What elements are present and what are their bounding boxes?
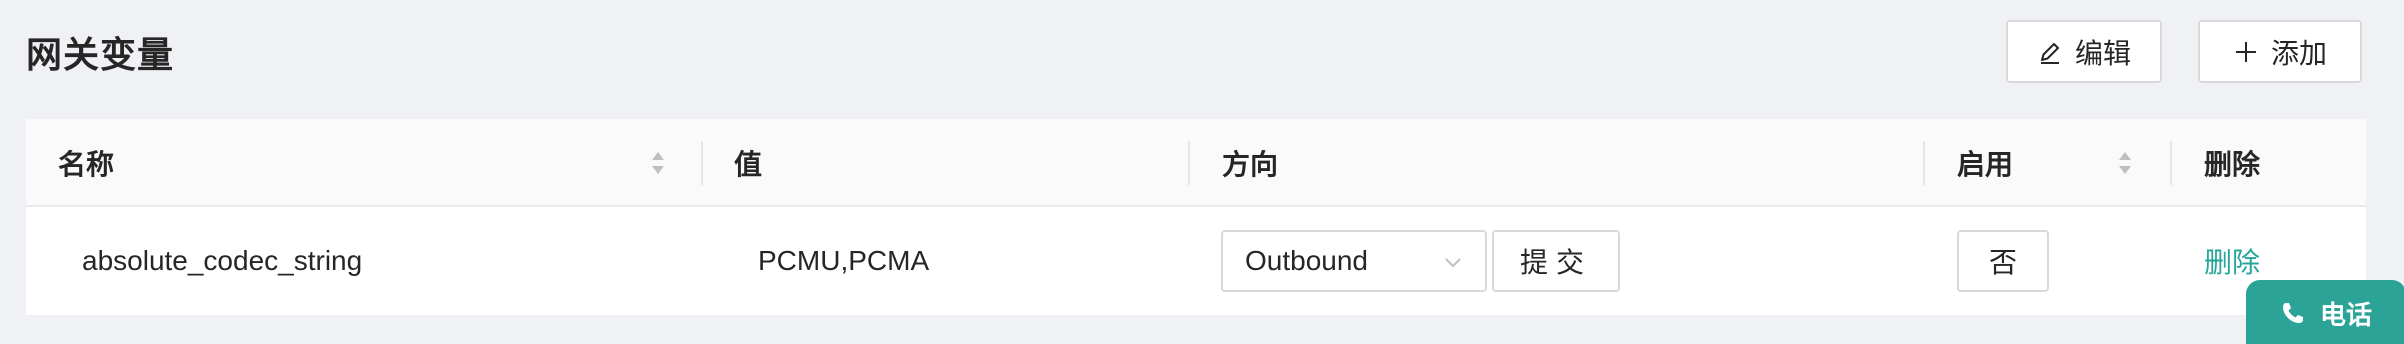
variables-table: 名称 值 方向 启用 删除 absolute_codec_string PCMU… bbox=[26, 119, 2366, 315]
column-header-name: 名称 bbox=[58, 149, 115, 180]
gateway-variables-page: 网关变量 编辑 添加 名称 值 方向 启用 删除 absolute_codec_… bbox=[0, 0, 2404, 344]
add-button[interactable]: 添加 bbox=[2198, 20, 2362, 83]
sort-icon[interactable] bbox=[2117, 149, 2133, 177]
column-header-delete: 删除 bbox=[2204, 149, 2261, 180]
plus-icon bbox=[2233, 39, 2259, 65]
submit-button[interactable]: 提交 bbox=[1492, 230, 1620, 292]
table-row: absolute_codec_string PCMU,PCMA Outbound… bbox=[26, 207, 2366, 315]
phone-icon bbox=[2282, 303, 2303, 323]
direction-select[interactable]: Outbound bbox=[1221, 230, 1487, 292]
column-separator bbox=[2170, 141, 2172, 185]
variable-name-cell: absolute_codec_string bbox=[82, 245, 363, 276]
sort-icon[interactable] bbox=[650, 149, 666, 177]
column-header-enabled: 启用 bbox=[1957, 149, 2014, 180]
phone-call-button[interactable]: 电话 bbox=[2246, 280, 2404, 344]
add-button-label: 添加 bbox=[2270, 37, 2327, 69]
enabled-toggle-button[interactable]: 否 bbox=[1957, 230, 2049, 292]
column-separator bbox=[701, 141, 703, 185]
pencil-icon bbox=[2037, 39, 2063, 65]
variable-value-cell: PCMU,PCMA bbox=[758, 245, 930, 276]
edit-button[interactable]: 编辑 bbox=[2006, 20, 2162, 83]
chevron-down-icon bbox=[1445, 258, 1461, 268]
column-header-direction: 方向 bbox=[1222, 149, 1279, 180]
column-header-value: 值 bbox=[734, 149, 763, 180]
column-separator bbox=[1923, 141, 1925, 185]
phone-call-label: 电话 bbox=[2319, 299, 2372, 330]
direction-select-value: Outbound bbox=[1245, 245, 1368, 276]
page-title: 网关变量 bbox=[26, 34, 175, 75]
column-separator bbox=[1188, 141, 1190, 185]
table-header: 名称 值 方向 启用 删除 bbox=[26, 119, 2366, 207]
edit-button-label: 编辑 bbox=[2074, 37, 2131, 69]
